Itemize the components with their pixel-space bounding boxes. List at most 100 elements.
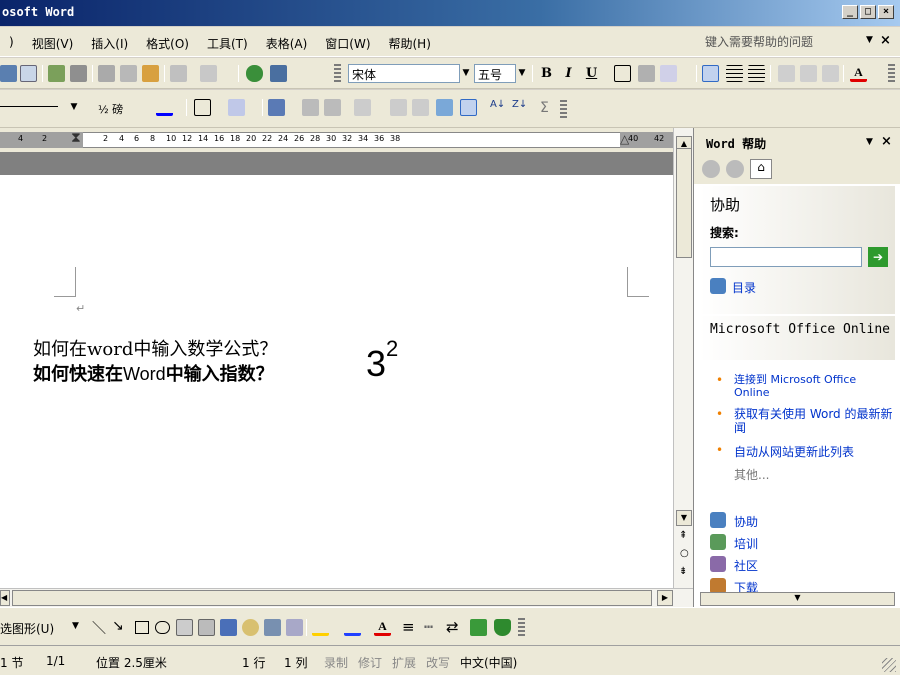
font-size-combo[interactable]: 五号: [474, 64, 516, 83]
close-document-icon[interactable]: ×: [880, 33, 891, 48]
exponent-example[interactable]: 32: [366, 336, 398, 385]
scroll-right-icon[interactable]: ▶: [657, 590, 673, 606]
menu-item[interactable]: 视图(V): [23, 35, 83, 52]
font-combo[interactable]: 宋体: [348, 64, 460, 83]
underline-button[interactable]: U: [582, 64, 601, 83]
menu-item[interactable]: 工具(T): [198, 35, 257, 52]
training-link[interactable]: 培训: [734, 535, 758, 552]
print-preview-icon[interactable]: [20, 65, 37, 82]
undo-icon[interactable]: [170, 65, 187, 82]
line-weight-combo[interactable]: ½ 磅: [98, 101, 123, 117]
menu-item[interactable]: 窗口(W): [316, 35, 379, 52]
show-gridlines-icon[interactable]: [460, 99, 477, 116]
horizontal-scrollbar[interactable]: ◀ ▶: [0, 588, 693, 607]
spelling-icon[interactable]: [48, 65, 65, 82]
wordart-icon[interactable]: [220, 619, 237, 636]
redo-icon[interactable]: [200, 65, 217, 82]
more-link[interactable]: 其他...: [734, 466, 769, 483]
horizontal-ruler[interactable]: 4 2 2 4 6 8 10 12 14 16 18 20 22 24 26 28 30 32 34 36 38 40 42…: [0, 128, 673, 152]
outside-border-icon[interactable]: [194, 99, 211, 116]
paste-icon[interactable]: [142, 65, 159, 82]
arrow-tool-icon[interactable]: ↘: [112, 618, 124, 634]
tables-borders-icon[interactable]: [270, 65, 287, 82]
size-dropdown-icon[interactable]: ▼: [516, 64, 528, 83]
select-browse-object-icon[interactable]: ○: [680, 548, 689, 559]
help-dropdown-icon[interactable]: ▼: [866, 35, 873, 45]
merge-cells-icon[interactable]: [302, 99, 319, 116]
scroll-down-icon[interactable]: ▼: [676, 510, 692, 526]
diagram-icon[interactable]: [242, 619, 259, 636]
rectangle-tool-icon[interactable]: [135, 621, 149, 634]
line-style-icon[interactable]: ≡: [402, 618, 415, 636]
status-extend[interactable]: 扩展: [392, 654, 416, 671]
distribute-rows-icon[interactable]: [390, 99, 407, 116]
forward-icon[interactable]: [726, 160, 744, 178]
menu-item[interactable]: 表格(A): [257, 35, 317, 52]
bullets-icon[interactable]: [800, 65, 817, 82]
table-autoformat-icon[interactable]: [436, 99, 453, 116]
border-color-icon[interactable]: [156, 99, 173, 116]
align-justify-icon[interactable]: [702, 65, 719, 82]
print-icon[interactable]: [0, 65, 17, 82]
char-scale-icon[interactable]: [660, 65, 677, 82]
oval-tool-icon[interactable]: [155, 621, 170, 634]
shading-color-icon[interactable]: [228, 99, 245, 116]
maximize-button[interactable]: □: [860, 5, 876, 19]
vertical-textbox-icon[interactable]: [198, 619, 215, 636]
toc-link[interactable]: 目录: [732, 279, 756, 296]
align-right-icon[interactable]: [748, 65, 765, 82]
arrow-style-icon[interactable]: ⇄: [446, 618, 459, 636]
menu-item[interactable]: 格式(O): [137, 35, 198, 52]
line-style-sample[interactable]: [0, 106, 58, 107]
sort-descending-icon[interactable]: Z↓: [512, 99, 529, 116]
assist-link[interactable]: 协助: [734, 513, 758, 530]
line-tool-icon[interactable]: ＼: [92, 618, 106, 638]
next-page-icon[interactable]: ⇟: [679, 566, 687, 577]
menu-item[interactable]: 插入(I): [82, 35, 137, 52]
italic-button[interactable]: I: [559, 64, 578, 83]
research-icon[interactable]: [70, 65, 87, 82]
sort-ascending-icon[interactable]: A↓: [490, 99, 507, 116]
help-search-input[interactable]: [710, 247, 862, 267]
line-style-dropdown-icon[interactable]: ▼: [68, 98, 80, 117]
shadow-style-icon[interactable]: [470, 619, 487, 636]
menu-item[interactable]: ): [0, 35, 23, 52]
fill-color-icon[interactable]: [312, 619, 329, 636]
char-shading-icon[interactable]: [638, 65, 655, 82]
hyperlink-icon[interactable]: [246, 65, 263, 82]
vertical-scroll-thumb[interactable]: [676, 148, 692, 258]
copy-icon[interactable]: [120, 65, 137, 82]
task-pane-scroll-down-icon[interactable]: ▼: [700, 592, 895, 606]
draw-menu-dropdown-icon[interactable]: ▼: [72, 621, 79, 631]
status-track-changes[interactable]: 修订: [358, 654, 382, 671]
community-link[interactable]: 社区: [734, 557, 758, 574]
horizontal-scroll-thumb[interactable]: [12, 590, 652, 606]
document-line-1[interactable]: 如何在word中输入数学公式？: [33, 335, 277, 361]
search-go-icon[interactable]: ➔: [868, 247, 888, 267]
indent-icon[interactable]: [822, 65, 839, 82]
bold-button[interactable]: B: [537, 64, 556, 83]
line-color-icon[interactable]: [344, 619, 361, 636]
status-overtype[interactable]: 改写: [426, 654, 450, 671]
align-cell-icon[interactable]: [354, 99, 371, 116]
distribute-cols-icon[interactable]: [412, 99, 429, 116]
3d-style-icon[interactable]: [494, 619, 511, 636]
clipart-icon[interactable]: [264, 619, 281, 636]
draw-font-color-icon[interactable]: A: [374, 619, 391, 636]
prev-page-icon[interactable]: ⇞: [679, 530, 687, 541]
task-pane-dropdown-icon[interactable]: ▼: [866, 137, 873, 147]
close-button[interactable]: ×: [878, 5, 894, 19]
menu-item[interactable]: 帮助(H): [380, 35, 440, 52]
scroll-left-icon[interactable]: ◀: [0, 590, 10, 606]
status-record[interactable]: 录制: [324, 654, 348, 671]
select-objects-button[interactable]: 选图形(U): [0, 620, 54, 637]
char-border-icon[interactable]: [614, 65, 631, 82]
dash-style-icon[interactable]: ┅: [424, 618, 433, 636]
help-question-box[interactable]: 键入需要帮助的问题: [703, 33, 873, 51]
align-center-icon[interactable]: [726, 65, 743, 82]
minimize-button[interactable]: _: [842, 5, 858, 19]
picture-icon[interactable]: [286, 619, 303, 636]
right-indent-marker-icon[interactable]: △: [620, 132, 629, 146]
split-cells-icon[interactable]: [324, 99, 341, 116]
vertical-scrollbar[interactable]: ▲ ▼ ⇞ ○ ⇟: [673, 128, 693, 588]
